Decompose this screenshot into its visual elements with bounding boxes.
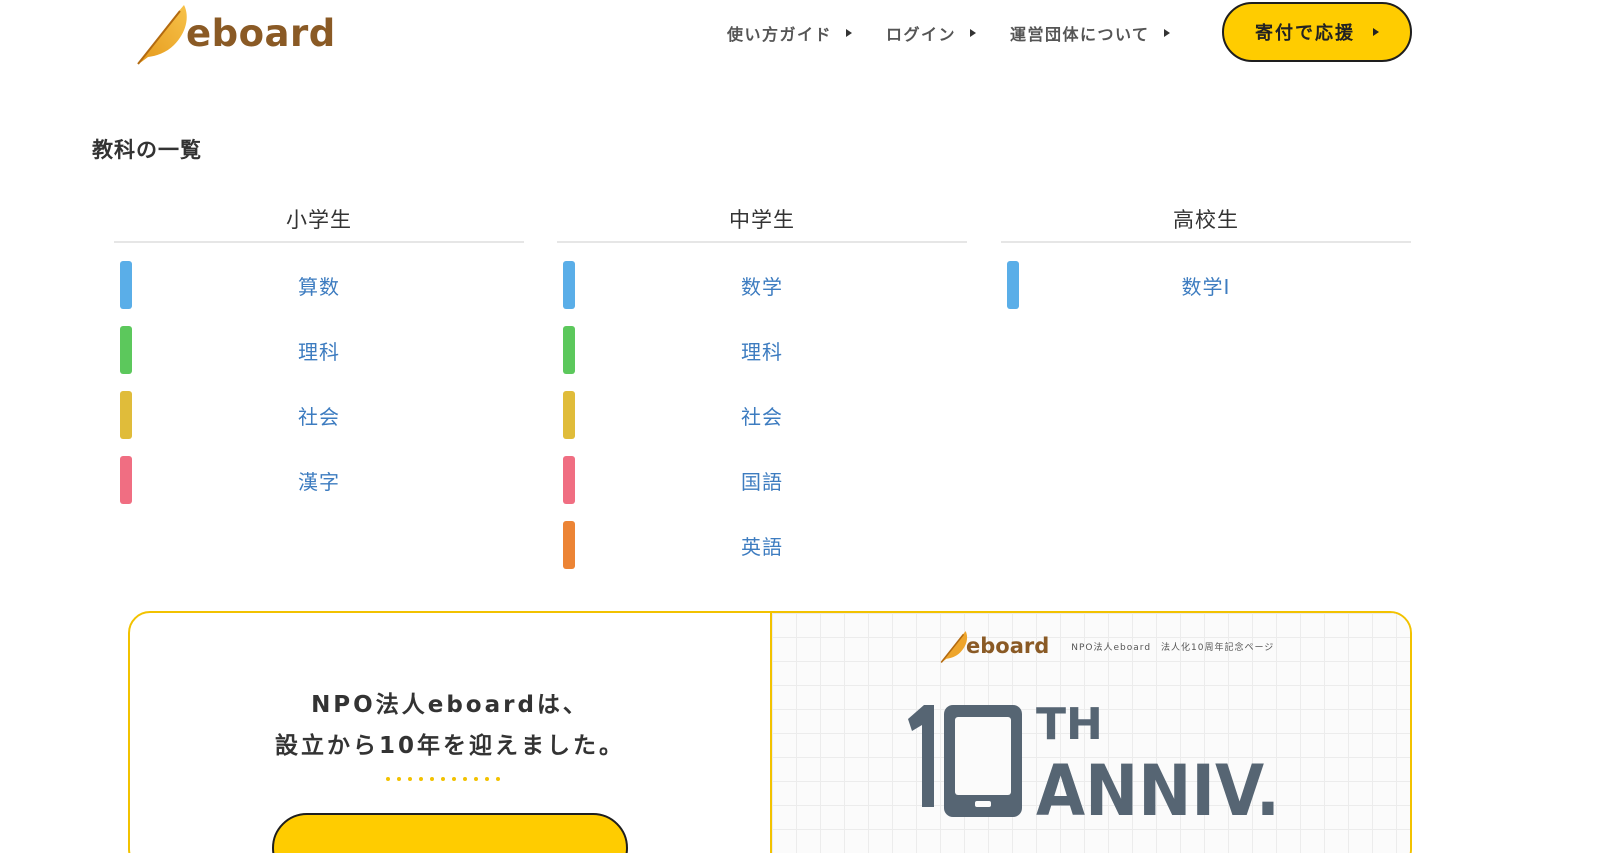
triangle-right-icon bbox=[1163, 29, 1170, 37]
subject-link[interactable]: 理科 bbox=[114, 326, 524, 374]
anniversary-banner[interactable]: NPO法人eboardは、 設立から10年を迎えました。 eboard NPO法… bbox=[128, 611, 1412, 853]
subject-label: 数学I bbox=[1181, 274, 1231, 299]
main-nav: 使い方ガイド ログイン 運営団体について bbox=[727, 0, 1204, 66]
subject-link[interactable]: 数学I bbox=[1001, 261, 1411, 309]
site-logo[interactable]: eboard bbox=[136, 0, 336, 66]
subject-label: 算数 bbox=[298, 274, 340, 299]
subject-color-bar bbox=[563, 456, 575, 504]
donate-button[interactable]: 寄付で応援 bbox=[1222, 2, 1412, 62]
column-heading: 中学生 bbox=[557, 196, 967, 243]
page: eboard 使い方ガイド ログイン 運営団体について 寄付で応援 教科の一覧 … bbox=[0, 0, 1600, 853]
subject-link[interactable]: 英語 bbox=[557, 521, 967, 569]
anniversary-button[interactable] bbox=[272, 813, 628, 853]
subject-label: 社会 bbox=[741, 404, 783, 429]
section-title: 教科の一覧 bbox=[92, 138, 202, 162]
anniversary-graphic: TH ANNIV. bbox=[908, 699, 1280, 832]
subject-label: 社会 bbox=[298, 404, 340, 429]
subject-link[interactable]: 社会 bbox=[114, 391, 524, 439]
subject-color-bar bbox=[563, 391, 575, 439]
subject-link[interactable]: 数学 bbox=[557, 261, 967, 309]
anniversary-sup: TH bbox=[1036, 699, 1103, 750]
column-high-school: 高校生 数学I bbox=[1001, 196, 1411, 309]
banner-line-2: 設立から10年を迎えました。 bbox=[274, 733, 625, 759]
subject-label: 理科 bbox=[298, 339, 340, 364]
banner-message-panel: NPO法人eboardは、 設立から10年を迎えました。 bbox=[130, 613, 770, 853]
anniversary-caption: NPO法人eboard 法人化10周年記念ページ bbox=[1071, 642, 1275, 653]
subject-label: 国語 bbox=[741, 469, 783, 494]
subject-label: 漢字 bbox=[298, 469, 340, 494]
dotted-divider bbox=[386, 777, 500, 781]
subject-label: 数学 bbox=[741, 274, 783, 299]
donate-button-label: 寄付で応援 bbox=[1255, 23, 1355, 44]
subject-label: 理科 bbox=[741, 339, 783, 364]
subject-color-bar bbox=[563, 521, 575, 569]
anniversary-logo-text: eboard bbox=[966, 634, 1050, 658]
triangle-right-icon bbox=[846, 29, 853, 37]
subject-color-bar bbox=[120, 326, 132, 374]
column-elementary: 小学生 算数 理科 社会 漢字 bbox=[114, 196, 524, 504]
subject-color-bar bbox=[120, 391, 132, 439]
subject-link[interactable]: 漢字 bbox=[114, 456, 524, 504]
column-heading: 高校生 bbox=[1001, 196, 1411, 243]
anniversary-text: ANNIV. bbox=[1036, 750, 1280, 832]
subject-color-bar bbox=[563, 326, 575, 374]
column-heading: 小学生 bbox=[114, 196, 524, 243]
nav-login-label: ログイン bbox=[886, 25, 957, 44]
triangle-right-icon bbox=[970, 29, 977, 37]
banner-graphic-panel: eboard NPO法人eboard 法人化10周年記念ページ TH ANNIV… bbox=[772, 613, 1410, 853]
numeral-one-shape bbox=[908, 705, 934, 807]
logo-text: eboard bbox=[186, 11, 336, 55]
nav-about-label: 運営団体について bbox=[1010, 25, 1150, 44]
subject-color-bar bbox=[563, 261, 575, 309]
subject-link[interactable]: 国語 bbox=[557, 456, 967, 504]
nav-about[interactable]: 運営団体について bbox=[1010, 21, 1170, 45]
subject-label: 英語 bbox=[741, 534, 783, 559]
subject-link[interactable]: 理科 bbox=[557, 326, 967, 374]
triangle-right-icon bbox=[1373, 28, 1379, 36]
feather-icon bbox=[137, 5, 187, 65]
subject-color-bar bbox=[120, 261, 132, 309]
banner-line-1: NPO法人eboardは、 bbox=[311, 692, 589, 718]
subject-link[interactable]: 算数 bbox=[114, 261, 524, 309]
subject-color-bar bbox=[120, 456, 132, 504]
nav-login[interactable]: ログイン bbox=[886, 21, 977, 45]
column-junior-high: 中学生 数学 理科 社会 国語 英語 bbox=[557, 196, 967, 569]
subject-color-bar bbox=[1007, 261, 1019, 309]
nav-guide[interactable]: 使い方ガイド bbox=[727, 21, 853, 45]
nav-guide-label: 使い方ガイド bbox=[727, 25, 833, 44]
subject-link[interactable]: 社会 bbox=[557, 391, 967, 439]
anniversary-logo: eboard NPO法人eboard 法人化10周年記念ページ bbox=[940, 629, 1274, 663]
